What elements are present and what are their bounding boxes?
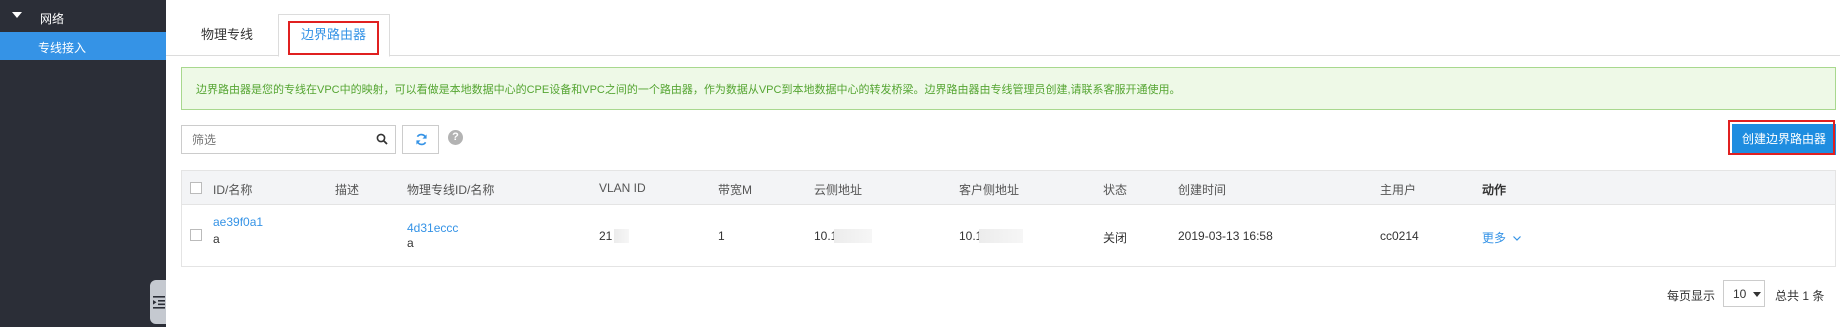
table-header: ID/名称 描述 物理专线ID/名称 VLAN ID 带宽M 云侧地址 客户侧地… (182, 171, 1835, 205)
info-notice: 边界路由器是您的专线在VPC中的映射，可以看做是本地数据中心的CPE设备和VPC… (181, 67, 1836, 110)
router-id-link[interactable]: ae39f0a1 (213, 215, 263, 229)
column-header: 云侧地址 (814, 183, 863, 197)
chevron-down-icon (1513, 236, 1522, 241)
filter-input[interactable] (182, 126, 372, 153)
column-header: VLAN ID (599, 181, 646, 195)
more-actions-dropdown[interactable]: 更多 (1482, 229, 1522, 246)
main-content: 物理专线 边界路由器 边界路由器是您的专线在VPC中的映射，可以看做是本地数据中… (166, 0, 1840, 327)
column-header: 动作 (1482, 183, 1507, 197)
column-header: 客户侧地址 (959, 183, 1020, 197)
vlan-id: 21 (599, 229, 613, 243)
created-time: 2019-03-13 16:58 (1178, 229, 1273, 243)
sidebar-item-direct-connect[interactable]: 专线接入 (0, 32, 166, 60)
row-checkbox[interactable] (190, 229, 202, 241)
caret-down-icon (1753, 292, 1761, 297)
status-text: 关闭 (1103, 231, 1128, 245)
filter-box (181, 125, 396, 154)
caret-down-icon (12, 12, 22, 18)
select-all-checkbox[interactable] (190, 182, 202, 194)
per-page-label: 每页显示 (1667, 289, 1716, 303)
refresh-button[interactable] (402, 125, 439, 154)
refresh-icon (416, 133, 427, 146)
column-header: 描述 (335, 183, 360, 197)
tab-bar: 物理专线 边界路由器 (166, 0, 1840, 57)
more-actions-label: 更多 (1482, 231, 1507, 245)
collapse-icon (153, 296, 165, 309)
tab-border-router[interactable]: 边界路由器 (301, 24, 366, 43)
search-icon[interactable] (376, 133, 388, 145)
column-header: 物理专线ID/名称 (407, 183, 495, 197)
total-count: 总共 1 条 (1775, 289, 1825, 303)
redacted-value (834, 229, 872, 243)
physical-line-name: a (407, 236, 414, 250)
column-header: 创建时间 (1178, 183, 1227, 197)
owner: cc0214 (1380, 229, 1419, 243)
sidebar-item-label: 专线接入 (38, 41, 87, 55)
column-header: ID/名称 (213, 183, 253, 197)
per-page-value: 10 (1733, 287, 1747, 301)
table-row: ae39f0a1 a 4d31eccc a 21 1 10.1 10.1 关闭 … (182, 206, 1835, 268)
tab-physical-line[interactable]: 物理专线 (201, 24, 253, 43)
redacted-value (614, 229, 629, 243)
bandwidth: 1 (718, 229, 725, 243)
column-header: 状态 (1103, 183, 1128, 197)
per-page-select[interactable]: 10 (1723, 280, 1765, 307)
physical-line-id-link[interactable]: 4d31eccc (407, 221, 458, 235)
nav-group-network[interactable]: 网络 (0, 4, 166, 30)
router-name: a (213, 232, 220, 246)
help-icon[interactable]: ? (448, 130, 463, 145)
column-header: 主用户 (1380, 183, 1417, 197)
create-button-annotation-highlight (1728, 120, 1835, 155)
border-router-table: ID/名称 描述 物理专线ID/名称 VLAN ID 带宽M 云侧地址 客户侧地… (181, 170, 1836, 267)
redacted-value (979, 229, 1023, 243)
nav-group-label: 网络 (40, 12, 65, 26)
sidebar: 网络 专线接入 (0, 0, 168, 327)
column-header: 带宽M (718, 183, 752, 197)
pagination: 每页显示 10 总共 1 条 (166, 278, 1840, 308)
